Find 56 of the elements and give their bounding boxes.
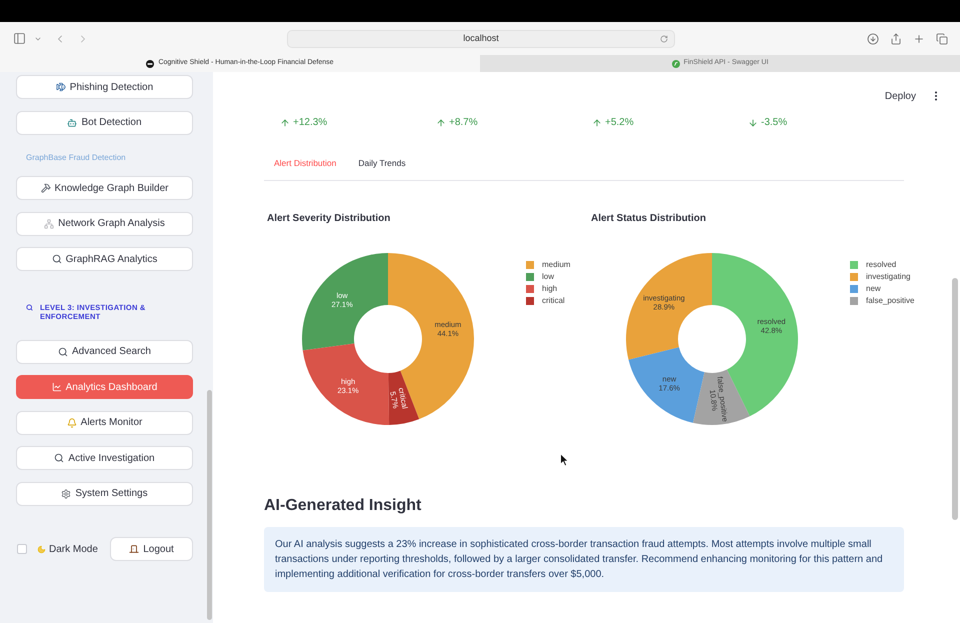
scrollbar-thumb[interactable] (952, 278, 958, 520)
sidebar-button[interactable]: Phishing Detection (16, 75, 193, 99)
legend-label: false_positive (866, 295, 914, 307)
moon-icon (37, 544, 46, 554)
insight-callout: Our AI analysis suggests a 23% increase in sophisticated cross-border transaction fraud attempts. Most attempts involve multiple small transactions under reporting thresholds, followed by a larger consolidated transfer. Recommend enhancing monitoring for this pattern and implementing additional verification for cross-border transfers over $5,000. (264, 527, 904, 592)
deploy-button[interactable]: Deploy (882, 88, 918, 104)
section-title: AI-Generated Insight (264, 496, 422, 516)
network-icon (44, 218, 54, 228)
line-chart-icon (52, 382, 62, 392)
metric-delta: +5.2% (605, 116, 634, 130)
scrollbar-thumb[interactable] (207, 390, 212, 620)
metric-delta: +12.3% (293, 116, 328, 130)
legend-label: new (866, 283, 881, 295)
chart-title: Alert Severity Distribution (267, 212, 390, 226)
settings-icon (61, 488, 72, 498)
sidebar-button[interactable]: GraphRAG Analytics (16, 247, 193, 271)
legend-label: medium (542, 259, 570, 271)
tab[interactable]: Daily Trends (358, 157, 406, 169)
sidebar-button[interactable]: System Settings (16, 482, 193, 506)
sidebar-button[interactable]: Advanced Search (16, 340, 193, 364)
tab-overview-icon[interactable] (936, 32, 948, 44)
new-tab-icon[interactable] (913, 32, 925, 44)
chart-title: Alert Status Distribution (591, 212, 706, 226)
section-caption: GraphBase Fraud Detection (26, 152, 126, 163)
sidebar-button[interactable]: Bot Detection (16, 110, 193, 134)
search-icon (54, 453, 64, 463)
sidebar-toggle-icon[interactable] (13, 32, 26, 45)
sidebar-button[interactable]: Network Graph Analysis (16, 212, 193, 236)
legend-label: high (542, 283, 558, 295)
search-icon (52, 254, 62, 264)
legend-label: investigating (866, 271, 910, 283)
address-field[interactable]: localhost (287, 30, 675, 48)
reload-icon[interactable] (660, 34, 668, 42)
search-icon (58, 346, 68, 356)
mouse-cursor-icon (560, 453, 569, 467)
bell-icon (66, 418, 77, 428)
sidebar-button[interactable]: Alerts Monitor (16, 410, 193, 434)
legend-label: low (542, 271, 554, 283)
site-logo-icon (146, 60, 154, 68)
door-icon (129, 544, 140, 554)
sidebar-button[interactable]: Knowledge Graph Builder (16, 176, 193, 200)
fish-icon (56, 82, 66, 92)
legend-label: resolved (866, 259, 896, 271)
search-icon (26, 304, 33, 310)
download-icon[interactable] (867, 32, 879, 44)
sidebar-button[interactable]: Active Investigation (16, 446, 193, 470)
share-icon[interactable] (890, 32, 902, 44)
robot-icon (67, 118, 78, 128)
checkbox[interactable] (17, 544, 27, 554)
metric-delta: -3.5% (761, 116, 788, 130)
hammer-icon (40, 183, 51, 193)
checkbox-label: Dark Mode (49, 542, 98, 556)
site-logo-icon (672, 60, 680, 68)
logout-button[interactable]: Logout (110, 537, 193, 561)
metric-delta: +8.7% (449, 116, 478, 130)
legend-label: critical (542, 295, 565, 307)
